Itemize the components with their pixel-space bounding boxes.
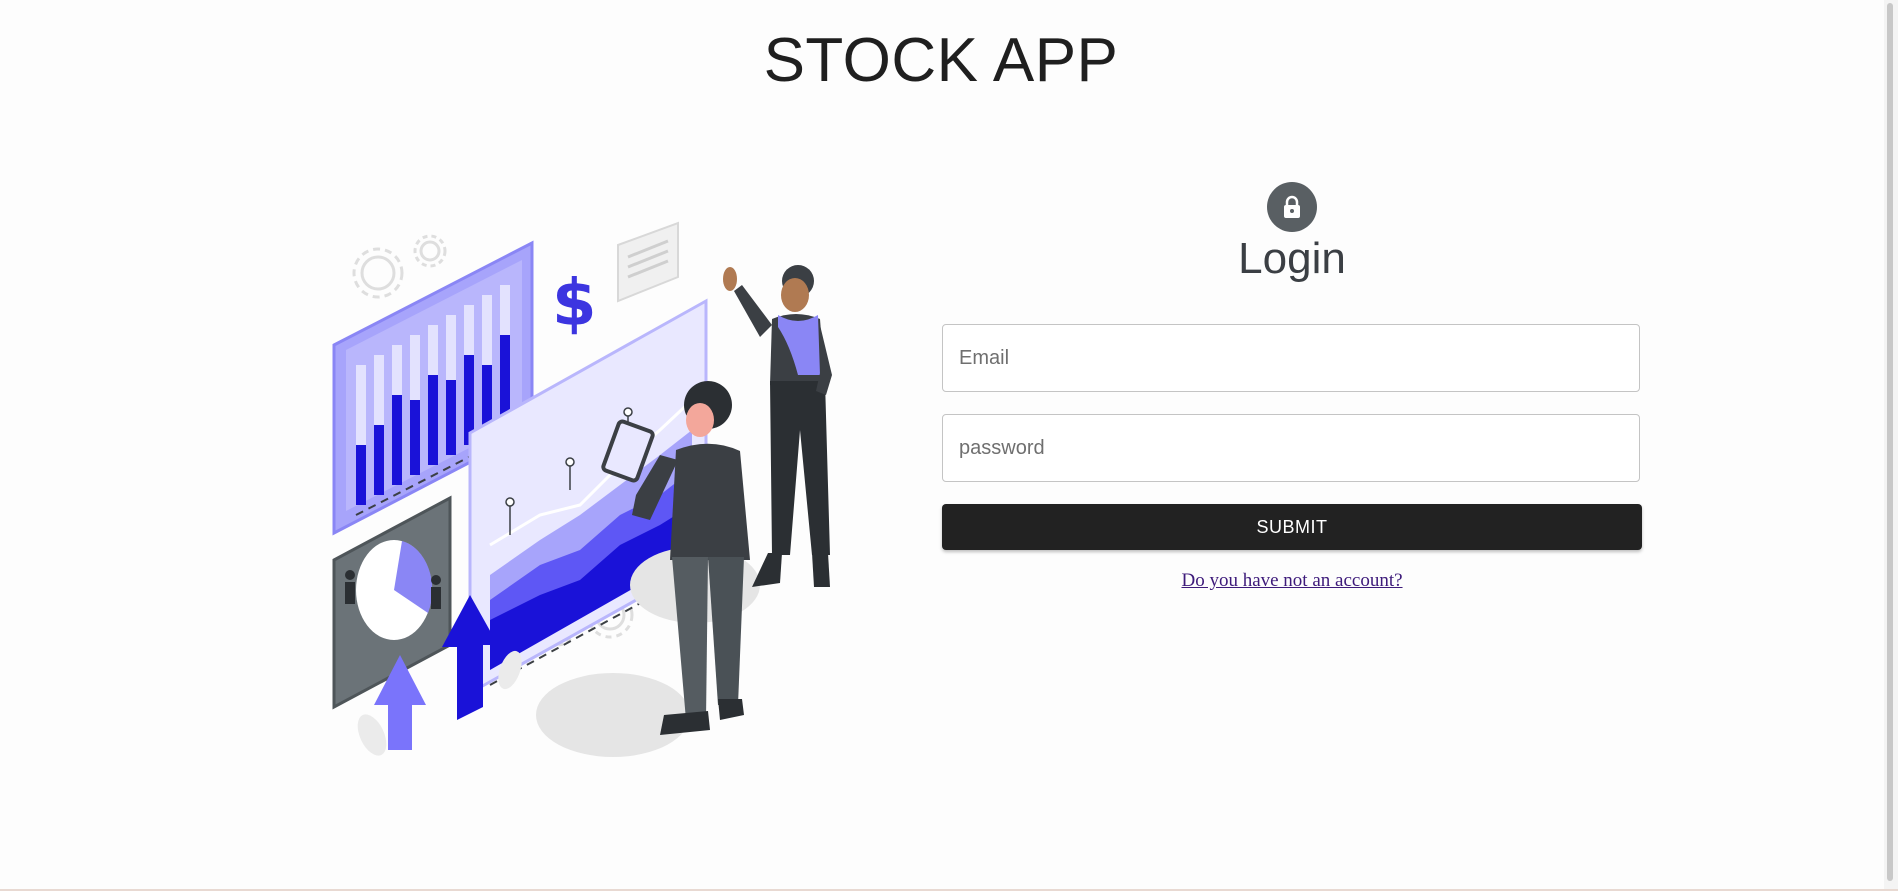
login-heading: Login: [1238, 234, 1346, 283]
email-field[interactable]: [942, 324, 1640, 392]
lock-avatar: [1267, 182, 1317, 232]
lock-icon: [1284, 195, 1300, 218]
scrollbar-thumb[interactable]: [1887, 3, 1893, 881]
stock-analytics-illustration: $: [332, 221, 832, 757]
dollar-icon: $: [552, 267, 597, 341]
signup-link[interactable]: Do you have not an account?: [942, 570, 1642, 592]
submit-button[interactable]: SUBMIT: [942, 504, 1642, 550]
scrollbar[interactable]: [1884, 0, 1898, 891]
app-title: STOCK APP: [763, 26, 1119, 95]
document-card-icon: [617, 221, 679, 303]
password-field[interactable]: [942, 414, 1640, 482]
